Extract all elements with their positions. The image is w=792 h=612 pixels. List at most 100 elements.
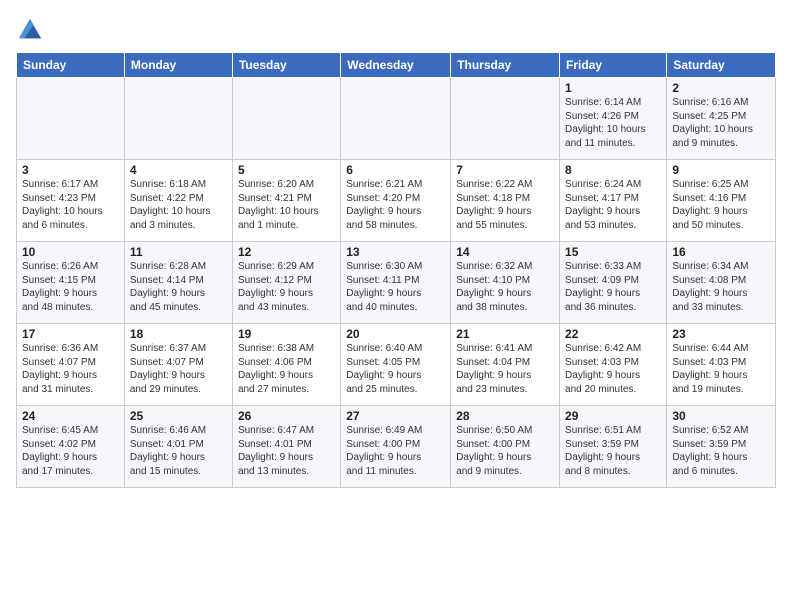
day-info: Sunrise: 6:41 AMSunset: 4:04 PMDaylight:… xyxy=(456,342,554,396)
day-number: 28 xyxy=(456,409,554,423)
col-tuesday: Tuesday xyxy=(232,53,340,78)
calendar-body: 1Sunrise: 6:14 AMSunset: 4:26 PMDaylight… xyxy=(17,78,776,488)
logo xyxy=(16,16,46,44)
day-info: Sunrise: 6:49 AMSunset: 4:00 PMDaylight:… xyxy=(346,424,445,478)
day-info: Sunrise: 6:17 AMSunset: 4:23 PMDaylight:… xyxy=(22,178,119,232)
day-info: Sunrise: 6:45 AMSunset: 4:02 PMDaylight:… xyxy=(22,424,119,478)
day-cell: 23Sunrise: 6:44 AMSunset: 4:03 PMDayligh… xyxy=(667,324,776,406)
day-info: Sunrise: 6:28 AMSunset: 4:14 PMDaylight:… xyxy=(130,260,227,314)
day-number: 7 xyxy=(456,163,554,177)
day-cell: 13Sunrise: 6:30 AMSunset: 4:11 PMDayligh… xyxy=(341,242,451,324)
day-info: Sunrise: 6:20 AMSunset: 4:21 PMDaylight:… xyxy=(238,178,335,232)
day-cell: 21Sunrise: 6:41 AMSunset: 4:04 PMDayligh… xyxy=(451,324,560,406)
day-cell: 9Sunrise: 6:25 AMSunset: 4:16 PMDaylight… xyxy=(667,160,776,242)
day-number: 5 xyxy=(238,163,335,177)
day-number: 30 xyxy=(672,409,770,423)
day-info: Sunrise: 6:26 AMSunset: 4:15 PMDaylight:… xyxy=(22,260,119,314)
day-cell: 4Sunrise: 6:18 AMSunset: 4:22 PMDaylight… xyxy=(124,160,232,242)
day-cell: 7Sunrise: 6:22 AMSunset: 4:18 PMDaylight… xyxy=(451,160,560,242)
day-cell: 24Sunrise: 6:45 AMSunset: 4:02 PMDayligh… xyxy=(17,406,125,488)
day-number: 14 xyxy=(456,245,554,259)
day-info: Sunrise: 6:52 AMSunset: 3:59 PMDaylight:… xyxy=(672,424,770,478)
logo-icon xyxy=(16,16,44,44)
day-info: Sunrise: 6:42 AMSunset: 4:03 PMDaylight:… xyxy=(565,342,661,396)
day-number: 17 xyxy=(22,327,119,341)
day-number: 15 xyxy=(565,245,661,259)
day-cell: 6Sunrise: 6:21 AMSunset: 4:20 PMDaylight… xyxy=(341,160,451,242)
col-monday: Monday xyxy=(124,53,232,78)
day-number: 24 xyxy=(22,409,119,423)
day-number: 18 xyxy=(130,327,227,341)
day-info: Sunrise: 6:40 AMSunset: 4:05 PMDaylight:… xyxy=(346,342,445,396)
day-info: Sunrise: 6:18 AMSunset: 4:22 PMDaylight:… xyxy=(130,178,227,232)
day-cell xyxy=(124,78,232,160)
day-cell xyxy=(341,78,451,160)
day-info: Sunrise: 6:50 AMSunset: 4:00 PMDaylight:… xyxy=(456,424,554,478)
day-cell xyxy=(17,78,125,160)
day-number: 27 xyxy=(346,409,445,423)
day-number: 29 xyxy=(565,409,661,423)
day-cell: 10Sunrise: 6:26 AMSunset: 4:15 PMDayligh… xyxy=(17,242,125,324)
week-row-3: 10Sunrise: 6:26 AMSunset: 4:15 PMDayligh… xyxy=(17,242,776,324)
day-info: Sunrise: 6:44 AMSunset: 4:03 PMDaylight:… xyxy=(672,342,770,396)
day-cell: 3Sunrise: 6:17 AMSunset: 4:23 PMDaylight… xyxy=(17,160,125,242)
weekday-row: Sunday Monday Tuesday Wednesday Thursday… xyxy=(17,53,776,78)
day-number: 16 xyxy=(672,245,770,259)
day-cell: 5Sunrise: 6:20 AMSunset: 4:21 PMDaylight… xyxy=(232,160,340,242)
day-info: Sunrise: 6:21 AMSunset: 4:20 PMDaylight:… xyxy=(346,178,445,232)
week-row-4: 17Sunrise: 6:36 AMSunset: 4:07 PMDayligh… xyxy=(17,324,776,406)
day-info: Sunrise: 6:16 AMSunset: 4:25 PMDaylight:… xyxy=(672,96,770,150)
calendar-header: Sunday Monday Tuesday Wednesday Thursday… xyxy=(17,53,776,78)
day-cell: 22Sunrise: 6:42 AMSunset: 4:03 PMDayligh… xyxy=(560,324,667,406)
day-info: Sunrise: 6:46 AMSunset: 4:01 PMDaylight:… xyxy=(130,424,227,478)
day-cell: 18Sunrise: 6:37 AMSunset: 4:07 PMDayligh… xyxy=(124,324,232,406)
day-info: Sunrise: 6:24 AMSunset: 4:17 PMDaylight:… xyxy=(565,178,661,232)
day-info: Sunrise: 6:33 AMSunset: 4:09 PMDaylight:… xyxy=(565,260,661,314)
day-cell: 26Sunrise: 6:47 AMSunset: 4:01 PMDayligh… xyxy=(232,406,340,488)
col-saturday: Saturday xyxy=(667,53,776,78)
day-cell: 28Sunrise: 6:50 AMSunset: 4:00 PMDayligh… xyxy=(451,406,560,488)
day-info: Sunrise: 6:38 AMSunset: 4:06 PMDaylight:… xyxy=(238,342,335,396)
day-cell: 29Sunrise: 6:51 AMSunset: 3:59 PMDayligh… xyxy=(560,406,667,488)
day-cell: 30Sunrise: 6:52 AMSunset: 3:59 PMDayligh… xyxy=(667,406,776,488)
col-sunday: Sunday xyxy=(17,53,125,78)
day-number: 23 xyxy=(672,327,770,341)
day-cell: 14Sunrise: 6:32 AMSunset: 4:10 PMDayligh… xyxy=(451,242,560,324)
day-info: Sunrise: 6:29 AMSunset: 4:12 PMDaylight:… xyxy=(238,260,335,314)
day-number: 11 xyxy=(130,245,227,259)
day-cell xyxy=(232,78,340,160)
page: Sunday Monday Tuesday Wednesday Thursday… xyxy=(0,0,792,496)
day-cell: 25Sunrise: 6:46 AMSunset: 4:01 PMDayligh… xyxy=(124,406,232,488)
day-cell: 12Sunrise: 6:29 AMSunset: 4:12 PMDayligh… xyxy=(232,242,340,324)
day-cell: 17Sunrise: 6:36 AMSunset: 4:07 PMDayligh… xyxy=(17,324,125,406)
day-number: 4 xyxy=(130,163,227,177)
day-number: 6 xyxy=(346,163,445,177)
header xyxy=(16,16,776,44)
day-number: 13 xyxy=(346,245,445,259)
day-number: 10 xyxy=(22,245,119,259)
day-info: Sunrise: 6:30 AMSunset: 4:11 PMDaylight:… xyxy=(346,260,445,314)
day-number: 19 xyxy=(238,327,335,341)
day-info: Sunrise: 6:25 AMSunset: 4:16 PMDaylight:… xyxy=(672,178,770,232)
day-number: 2 xyxy=(672,81,770,95)
day-number: 8 xyxy=(565,163,661,177)
col-thursday: Thursday xyxy=(451,53,560,78)
calendar: Sunday Monday Tuesday Wednesday Thursday… xyxy=(16,52,776,488)
day-number: 3 xyxy=(22,163,119,177)
week-row-5: 24Sunrise: 6:45 AMSunset: 4:02 PMDayligh… xyxy=(17,406,776,488)
day-cell: 16Sunrise: 6:34 AMSunset: 4:08 PMDayligh… xyxy=(667,242,776,324)
day-cell: 15Sunrise: 6:33 AMSunset: 4:09 PMDayligh… xyxy=(560,242,667,324)
day-number: 9 xyxy=(672,163,770,177)
col-wednesday: Wednesday xyxy=(341,53,451,78)
day-info: Sunrise: 6:47 AMSunset: 4:01 PMDaylight:… xyxy=(238,424,335,478)
day-number: 21 xyxy=(456,327,554,341)
day-cell: 20Sunrise: 6:40 AMSunset: 4:05 PMDayligh… xyxy=(341,324,451,406)
day-number: 26 xyxy=(238,409,335,423)
day-cell: 27Sunrise: 6:49 AMSunset: 4:00 PMDayligh… xyxy=(341,406,451,488)
day-cell: 8Sunrise: 6:24 AMSunset: 4:17 PMDaylight… xyxy=(560,160,667,242)
day-info: Sunrise: 6:32 AMSunset: 4:10 PMDaylight:… xyxy=(456,260,554,314)
week-row-1: 1Sunrise: 6:14 AMSunset: 4:26 PMDaylight… xyxy=(17,78,776,160)
day-cell: 19Sunrise: 6:38 AMSunset: 4:06 PMDayligh… xyxy=(232,324,340,406)
day-cell: 1Sunrise: 6:14 AMSunset: 4:26 PMDaylight… xyxy=(560,78,667,160)
week-row-2: 3Sunrise: 6:17 AMSunset: 4:23 PMDaylight… xyxy=(17,160,776,242)
